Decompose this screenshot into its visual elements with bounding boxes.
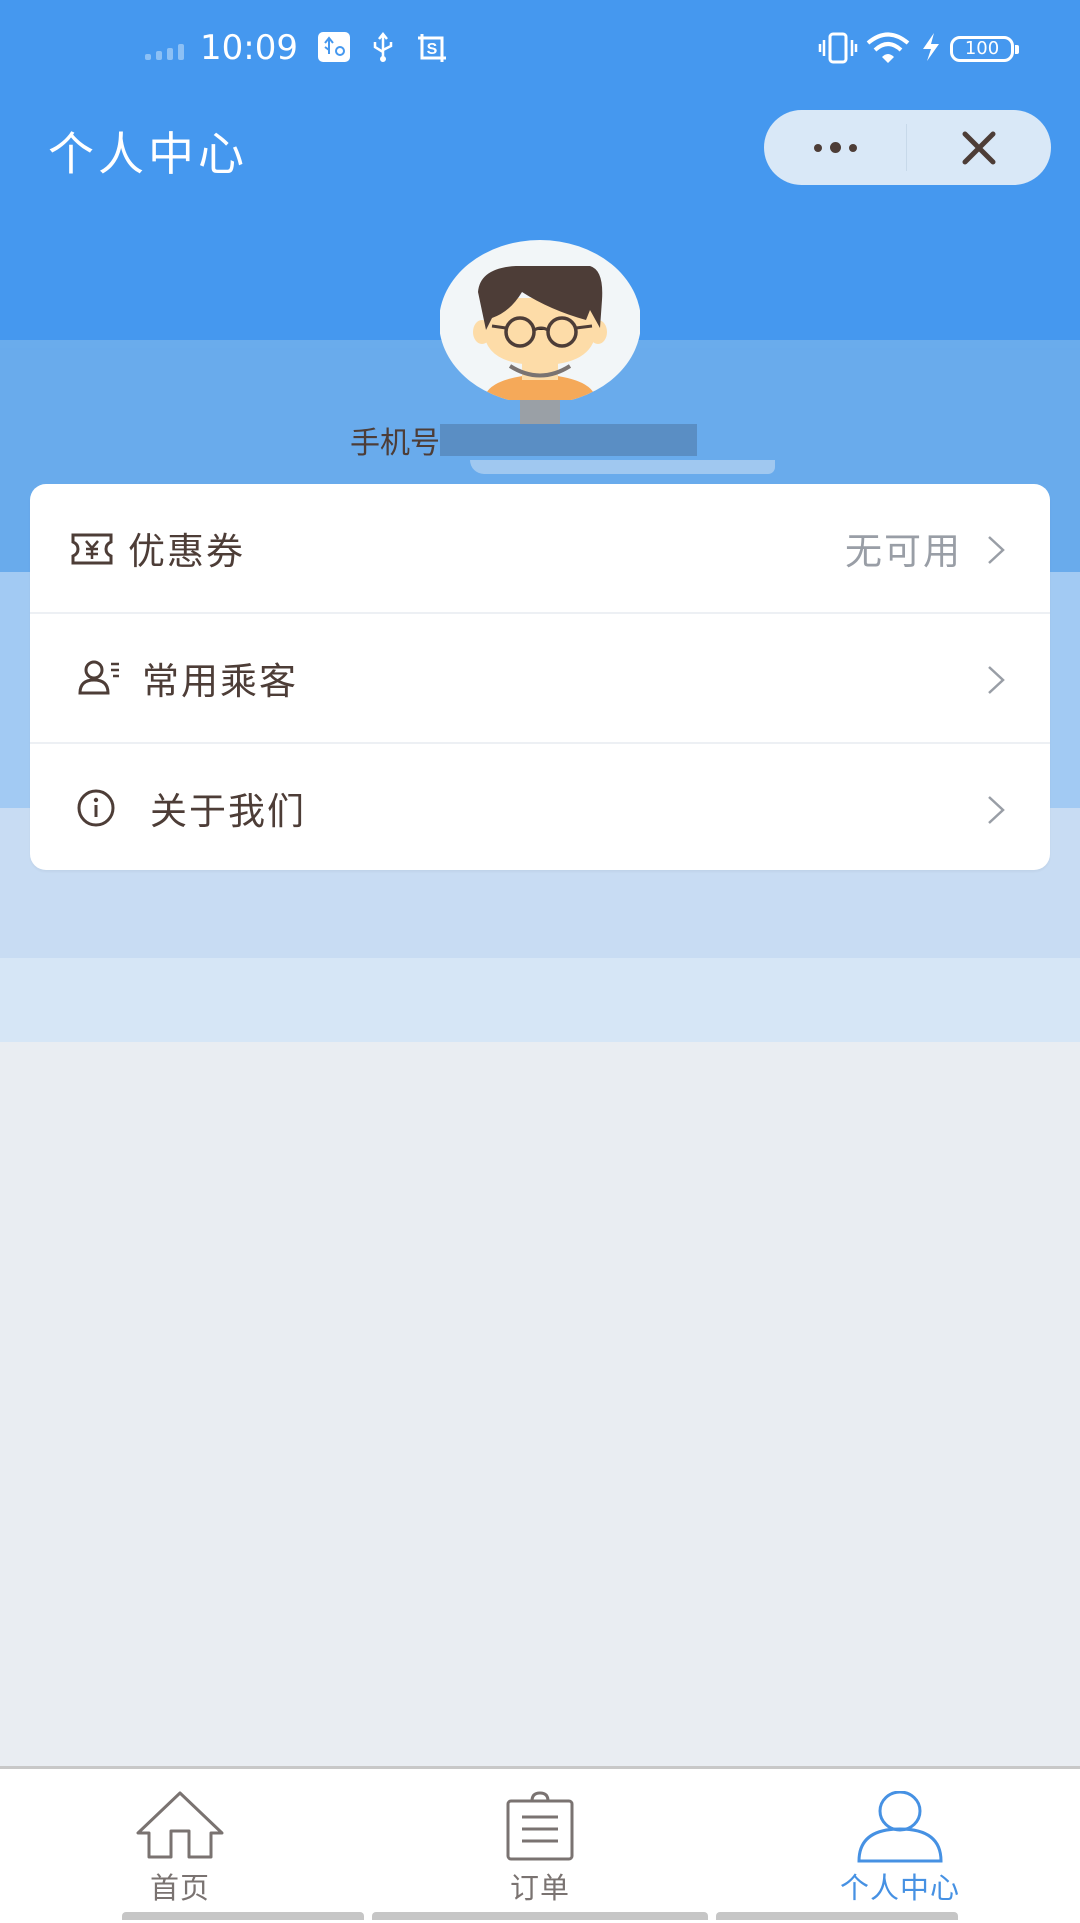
chevron-right-icon [988,666,1005,694]
menu-item-passengers[interactable]: 常用乘客 [30,614,1050,744]
vibrate-icon [818,32,858,64]
menu-item-label: 优惠券 [128,530,245,573]
tab-label: 首页 [149,1871,210,1905]
menu-card: 优惠券 无可用 常用乘客 关于我们 [30,484,1050,870]
mini-program-capsule [764,110,1051,185]
order-icon [506,1791,574,1861]
avatar[interactable] [440,240,640,400]
usb-icon [373,32,393,62]
tab-label: 订单 [509,1871,570,1905]
tab-profile[interactable]: 个人中心 [720,1769,1080,1923]
chevron-right-icon [988,796,1005,824]
user-icon [857,1791,943,1863]
signal-icon [145,44,184,60]
more-button[interactable] [764,110,906,185]
phone-label: 手机号 [350,426,440,461]
battery-icon: 100 [950,36,1019,62]
passenger-icon [78,660,119,695]
more-dots-icon [813,143,822,152]
tab-bar: 首页 订单 个人中心 [0,1766,1080,1923]
home-icon [136,1791,224,1859]
menu-item-coupon[interactable]: 优惠券 无可用 [30,484,1050,614]
phone-shadow [470,460,775,474]
close-button[interactable] [907,110,1051,185]
info-icon [77,789,115,827]
gesture-bar-segment [372,1912,708,1920]
status-time: 10:09 [200,28,298,68]
menu-item-about[interactable]: 关于我们 [30,744,1050,870]
usb-debug-icon [318,32,350,62]
page-title: 个人中心 [48,127,248,181]
coupon-icon [71,533,113,565]
menu-item-label: 常用乘客 [142,660,298,703]
tab-label: 个人中心 [839,1871,960,1905]
status-bar: 10:09 S 100 [0,0,1080,100]
tab-home[interactable]: 首页 [0,1769,360,1923]
menu-item-label: 关于我们 [150,790,306,833]
charging-icon [923,33,939,61]
phone-number-row: 手机号 [350,420,697,461]
wifi-icon [866,32,910,63]
svg-text:S: S [427,41,438,58]
coupon-status: 无可用 [845,530,962,573]
gesture-bar-segment [716,1912,958,1920]
close-icon [962,131,996,164]
gesture-bar-segment [122,1912,364,1920]
tab-orders[interactable]: 订单 [360,1769,720,1923]
phone-number-masked [440,424,697,456]
background-band [0,958,1080,1042]
screenshot-icon: S [418,34,446,62]
chevron-right-icon [988,536,1005,564]
